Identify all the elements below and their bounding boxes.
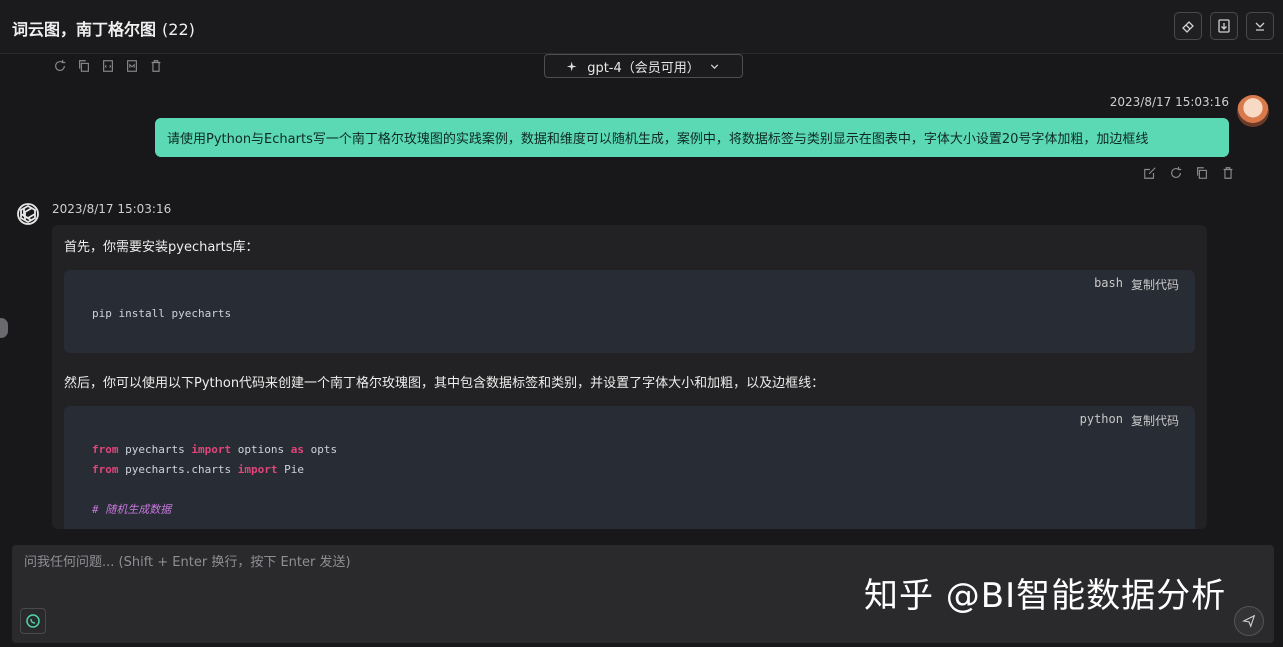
- prompt-button[interactable]: [20, 608, 46, 634]
- code-token: opts: [303, 443, 338, 456]
- code-keyword: import: [191, 443, 232, 456]
- model-label: gpt-4（会员可用）: [587, 60, 700, 76]
- watermark: 知乎 @BI智能数据分析: [864, 576, 1227, 616]
- chevron-down-icon: [710, 63, 718, 69]
- code-line: from pyecharts import options as opts: [92, 440, 337, 460]
- code-content: pip install pyecharts: [92, 304, 231, 324]
- refresh-button[interactable]: [52, 58, 68, 74]
- collapse-button[interactable]: [1246, 12, 1274, 40]
- code-token: options: [231, 443, 291, 456]
- markdown-export-icon: [127, 60, 137, 72]
- user-message-time: 2023/8/17 15:03:16: [1109, 95, 1229, 109]
- delete-message-button[interactable]: [1220, 165, 1236, 181]
- copy-code-button[interactable]: 复制代码: [1131, 412, 1179, 429]
- code-keyword: from: [92, 463, 119, 476]
- code-keyword: from: [92, 443, 119, 456]
- app-root: 词云图，南丁格尔图 (22) gpt-4（会员可用） 2023/8/17 15:…: [0, 0, 1283, 647]
- message-input[interactable]: [24, 555, 844, 570]
- code-comment: # 随机生成数据: [92, 503, 172, 516]
- code-block-bash: bash 复制代码 pip install pyecharts: [64, 270, 1195, 353]
- delete-button[interactable]: [148, 58, 164, 74]
- edit-icon: [1144, 167, 1156, 179]
- refresh-icon: [55, 59, 66, 71]
- send-button[interactable]: [1234, 606, 1264, 636]
- openai-logo-icon: [17, 203, 39, 225]
- send-icon: [1242, 614, 1256, 628]
- copy-icon: [79, 60, 89, 72]
- chat-header: 词云图，南丁格尔图 (22): [0, 0, 1283, 54]
- code-keyword: import: [237, 463, 278, 476]
- chat-title: 词云图，南丁格尔图 (22): [12, 16, 195, 40]
- delete-icon: [151, 60, 161, 72]
- code-content: from pyecharts import options as opts fr…: [92, 440, 337, 520]
- refresh-icon: [1171, 166, 1182, 178]
- chat-toolbar: [52, 58, 164, 74]
- bot-avatar: [14, 202, 42, 230]
- chat-icon: [26, 614, 40, 628]
- message-count: (22): [162, 20, 195, 39]
- collapse-icon: [1255, 22, 1265, 31]
- copy-code-button[interactable]: 复制代码: [1131, 276, 1179, 293]
- clear-button[interactable]: [1174, 12, 1202, 40]
- model-select[interactable]: gpt-4（会员可用）: [544, 54, 743, 78]
- code-language: bash: [1094, 276, 1123, 290]
- user-avatar: [1237, 95, 1269, 127]
- eraser-icon: [1182, 21, 1194, 33]
- bot-paragraph-2: 然后，你可以使用以下Python代码来创建一个南丁格尔玫瑰图，其中包含数据标签和…: [64, 376, 825, 391]
- code-token: pyecharts: [118, 443, 192, 456]
- code-keyword: as: [290, 443, 304, 456]
- code-language: python: [1079, 412, 1123, 426]
- markdown-export-button[interactable]: [124, 58, 140, 74]
- export-button[interactable]: [1210, 12, 1238, 40]
- bot-message-time: 2023/8/17 15:03:16: [52, 202, 172, 216]
- code-block-header: python 复制代码: [1080, 412, 1179, 429]
- edit-message-button[interactable]: [1142, 165, 1158, 181]
- user-message-actions: [1142, 165, 1236, 181]
- code-line: pip install pyecharts: [92, 307, 232, 320]
- retry-message-button[interactable]: [1168, 165, 1184, 181]
- export-icon: [1218, 19, 1230, 33]
- html-export-button[interactable]: [100, 58, 116, 74]
- chat-title-text: 词云图，南丁格尔图: [12, 20, 157, 39]
- code-token: Pie: [277, 463, 304, 476]
- delete-icon: [1223, 167, 1233, 179]
- user-message-bubble: 请使用Python与Echarts写一个南丁格尔玫瑰图的实践案例，数据和维度可以…: [155, 118, 1229, 157]
- copy-button[interactable]: [76, 58, 92, 74]
- code-block-python: python 复制代码 from pyecharts import option…: [64, 406, 1195, 529]
- user-message-text: 请使用Python与Echarts写一个南丁格尔玫瑰图的实践案例，数据和维度可以…: [167, 132, 1149, 147]
- code-token: pyecharts.charts: [118, 463, 238, 476]
- copy-icon: [1197, 167, 1207, 179]
- sparkle-icon: [567, 61, 577, 71]
- copy-message-button[interactable]: [1194, 165, 1210, 181]
- html-export-icon: [103, 60, 113, 72]
- bot-message-card: 首先，你需要安装pyecharts库： bash 复制代码 pip instal…: [52, 225, 1207, 529]
- sidebar-toggle[interactable]: [0, 318, 8, 338]
- code-block-header: bash 复制代码: [1094, 276, 1179, 293]
- code-line: from pyecharts.charts import Pie: [92, 460, 337, 480]
- bot-paragraph-1: 首先，你需要安装pyecharts库：: [64, 240, 259, 255]
